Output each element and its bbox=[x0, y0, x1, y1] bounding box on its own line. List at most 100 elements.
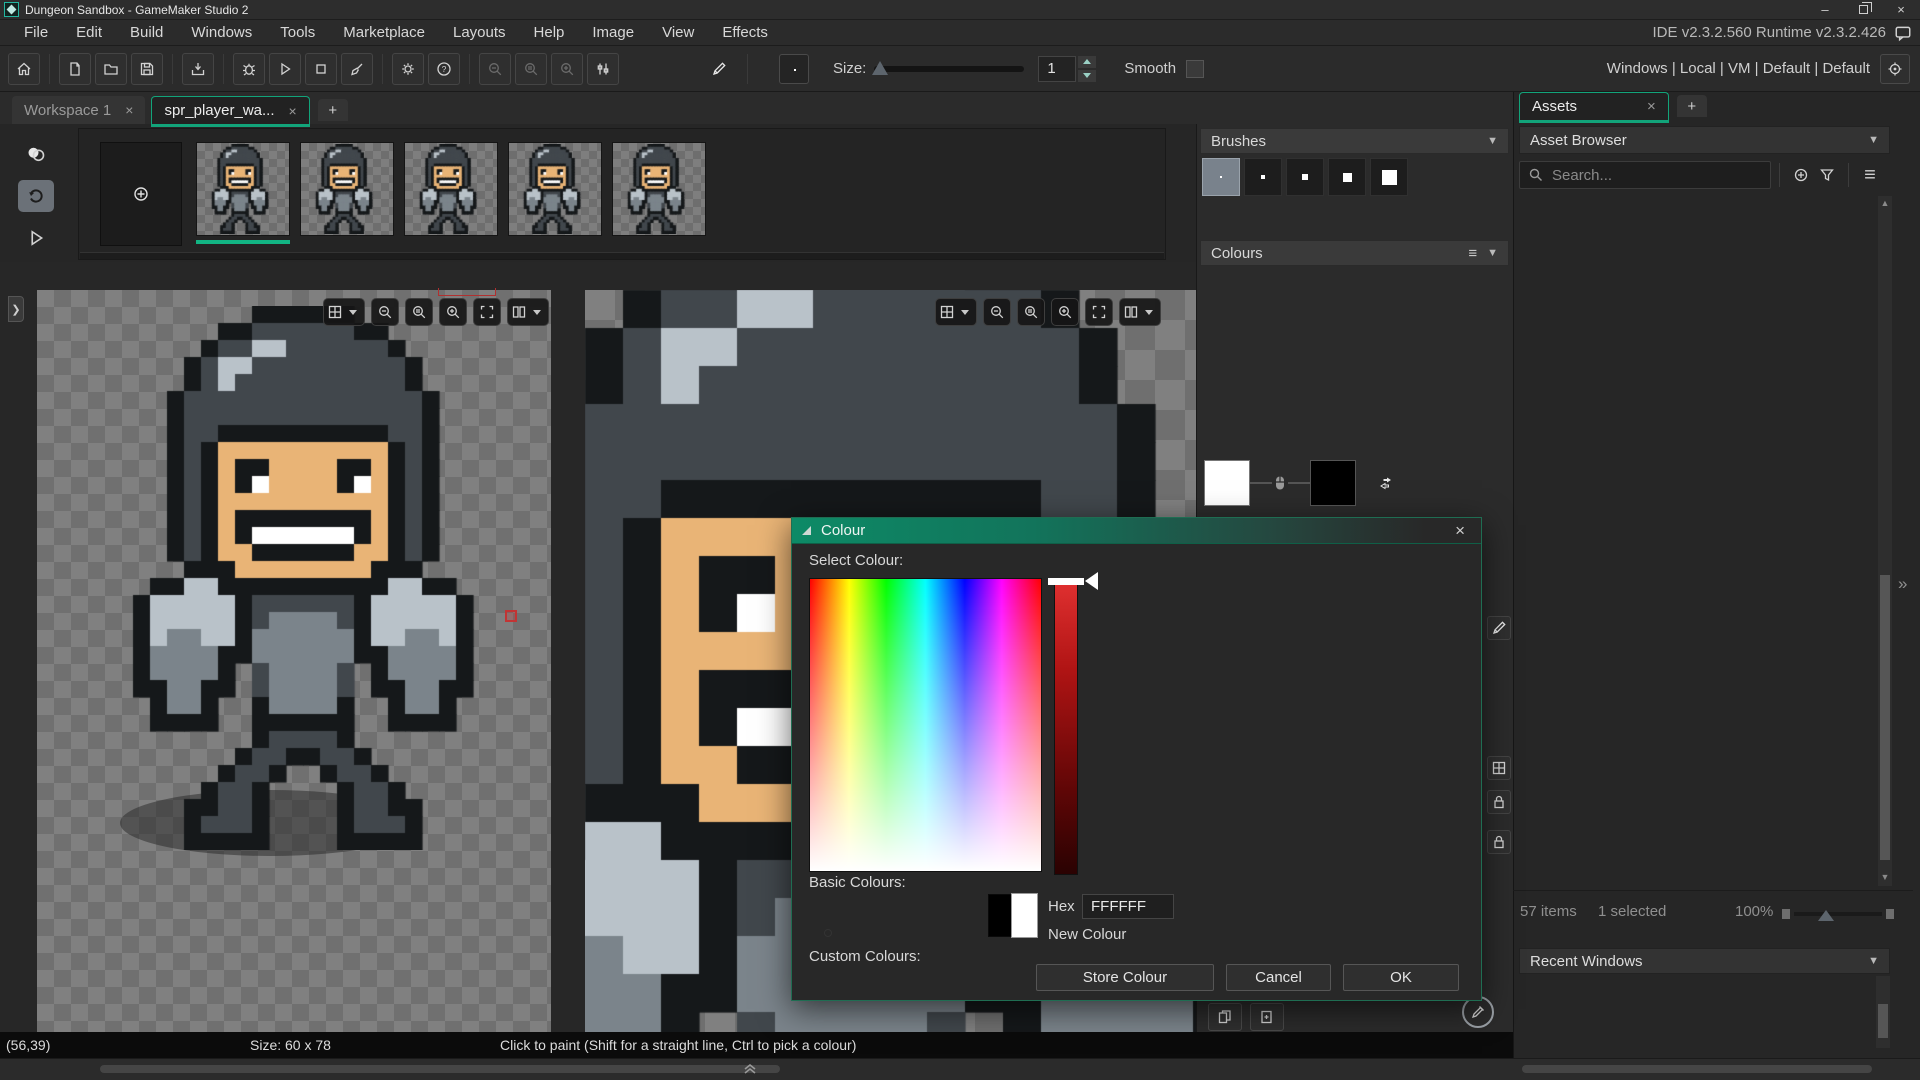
new-tab-button[interactable]: + bbox=[317, 99, 348, 121]
grid-toggle-button[interactable] bbox=[323, 298, 365, 326]
brush-square-6[interactable] bbox=[1286, 158, 1324, 196]
recent-windows-header[interactable]: Recent Windows ▼ bbox=[1519, 948, 1890, 974]
duplicate-icon[interactable] bbox=[1250, 1003, 1284, 1031]
zoom-out-button[interactable] bbox=[479, 52, 511, 85]
expand-dock-icon[interactable]: » bbox=[1898, 574, 1907, 594]
grid-icon[interactable] bbox=[1487, 756, 1511, 780]
target-config-text[interactable]: Windows | Local | VM | Default | Default bbox=[1607, 60, 1870, 77]
close-button[interactable]: × bbox=[1882, 0, 1920, 19]
run-button[interactable] bbox=[269, 52, 301, 85]
menu-help[interactable]: Help bbox=[520, 22, 579, 43]
foreground-colour[interactable] bbox=[1204, 460, 1250, 506]
target-icon[interactable] bbox=[1880, 53, 1910, 84]
menu-build[interactable]: Build bbox=[116, 22, 177, 43]
new-project-button[interactable] bbox=[59, 52, 91, 85]
collapse-icon[interactable] bbox=[802, 526, 811, 535]
zoom-reset-canvas-button[interactable] bbox=[1017, 298, 1045, 326]
colours-panel-header[interactable]: Colours ≡ ▼ bbox=[1200, 240, 1509, 266]
close-icon[interactable]: × bbox=[1449, 521, 1471, 541]
minimize-button[interactable]: – bbox=[1806, 0, 1844, 19]
brush-size-value[interactable]: 1 bbox=[1038, 55, 1077, 82]
brushes-panel-header[interactable]: Brushes ▼ bbox=[1200, 128, 1509, 154]
zoom-in-canvas-button[interactable] bbox=[439, 298, 467, 326]
menu-icon[interactable]: ≡ bbox=[1468, 245, 1477, 262]
cancel-button[interactable]: Cancel bbox=[1226, 964, 1331, 991]
chevron-down-icon[interactable]: ▼ bbox=[1868, 134, 1879, 146]
menu-marketplace[interactable]: Marketplace bbox=[329, 22, 439, 43]
menu-icon[interactable]: ≡ bbox=[1857, 162, 1883, 188]
menu-layouts[interactable]: Layouts bbox=[439, 22, 520, 43]
frame-thumbnail-4[interactable] bbox=[612, 142, 706, 236]
add-frame-button[interactable] bbox=[100, 142, 182, 246]
filter-icon[interactable] bbox=[1814, 162, 1840, 188]
stop-button[interactable] bbox=[305, 52, 337, 85]
scroll-down-icon[interactable]: ▼ bbox=[1878, 872, 1892, 882]
menu-edit[interactable]: Edit bbox=[62, 22, 116, 43]
tree-scrollbar-thumb[interactable] bbox=[1880, 575, 1890, 860]
open-project-button[interactable] bbox=[95, 52, 127, 85]
menu-view[interactable]: View bbox=[648, 22, 708, 43]
brush-square-9[interactable] bbox=[1328, 158, 1366, 196]
save-project-button[interactable] bbox=[131, 52, 163, 85]
frame-thumbnail-3[interactable] bbox=[508, 142, 602, 236]
fit-canvas-button[interactable] bbox=[1085, 298, 1113, 326]
background-colour[interactable] bbox=[1310, 460, 1356, 506]
hsv-colour-field[interactable] bbox=[809, 578, 1042, 937]
panel-expander-icon[interactable]: ❯ bbox=[8, 296, 24, 322]
tab-workspace-1[interactable]: Workspace 1 × bbox=[12, 96, 146, 124]
swap-colours-icon[interactable] bbox=[1378, 475, 1394, 491]
tab-assets[interactable]: Assets × bbox=[1519, 92, 1669, 120]
value-slider-vertical[interactable] bbox=[1054, 581, 1078, 875]
scroll-up-icon[interactable]: ▲ bbox=[1878, 198, 1892, 208]
lock-icon[interactable] bbox=[1487, 790, 1511, 814]
split-view-button[interactable] bbox=[1119, 298, 1161, 326]
zoom-reset-button[interactable] bbox=[515, 52, 547, 85]
sprite-canvas[interactable] bbox=[116, 306, 524, 850]
frame-scrollbar[interactable] bbox=[80, 252, 1164, 259]
pencil-icon[interactable] bbox=[1487, 616, 1511, 640]
export-button[interactable] bbox=[182, 52, 214, 85]
hex-input[interactable]: FFFFFF bbox=[1082, 894, 1174, 919]
horizontal-scrollbar[interactable] bbox=[1522, 1065, 1872, 1073]
split-view-button[interactable] bbox=[507, 298, 549, 326]
brush-preview[interactable] bbox=[779, 53, 809, 84]
brush-size-slider[interactable] bbox=[872, 60, 1025, 75]
ok-button[interactable]: OK bbox=[1343, 964, 1459, 991]
tab-close-icon[interactable]: × bbox=[289, 103, 297, 119]
menu-tools[interactable]: Tools bbox=[266, 22, 329, 43]
add-asset-button[interactable] bbox=[1788, 162, 1814, 188]
zoom-out-canvas-button[interactable] bbox=[983, 298, 1011, 326]
lock-icon[interactable] bbox=[1487, 830, 1511, 854]
debug-button[interactable] bbox=[233, 52, 265, 85]
menu-windows[interactable]: Windows bbox=[177, 22, 266, 43]
feedback-bubble-icon[interactable] bbox=[1894, 24, 1912, 42]
settings-button[interactable] bbox=[392, 52, 424, 85]
pencil-tool-icon[interactable] bbox=[711, 61, 727, 77]
layers-icon[interactable] bbox=[1208, 1003, 1242, 1031]
chevron-down-icon[interactable]: ▼ bbox=[1487, 247, 1498, 259]
zoom-in-button[interactable] bbox=[551, 52, 583, 85]
home-button[interactable] bbox=[8, 52, 40, 85]
restore-button[interactable] bbox=[1844, 0, 1882, 19]
tab-close-icon[interactable]: × bbox=[1647, 98, 1656, 115]
chevron-down-icon[interactable]: ▼ bbox=[1868, 955, 1879, 967]
fit-canvas-button[interactable] bbox=[473, 298, 501, 326]
brush-square-4[interactable] bbox=[1244, 158, 1282, 196]
value-slider-handle[interactable] bbox=[1048, 578, 1084, 585]
zoom-reset-canvas-button[interactable] bbox=[405, 298, 433, 326]
search-input[interactable]: Search... bbox=[1519, 161, 1771, 189]
brush-square-2[interactable] bbox=[1202, 158, 1240, 196]
onion-skin-icon[interactable] bbox=[18, 138, 54, 170]
horizontal-scrollbar[interactable] bbox=[100, 1065, 780, 1073]
menu-image[interactable]: Image bbox=[578, 22, 648, 43]
tree-zoom-slider[interactable] bbox=[1782, 909, 1894, 921]
grid-toggle-button[interactable] bbox=[935, 298, 977, 326]
recent-scrollbar-thumb[interactable] bbox=[1878, 1004, 1888, 1038]
play-animation-icon[interactable] bbox=[18, 222, 54, 254]
help-button[interactable]: ? bbox=[428, 52, 460, 85]
store-colour-button[interactable]: Store Colour bbox=[1036, 964, 1214, 991]
frame-thumbnail-2[interactable] bbox=[404, 142, 498, 236]
menu-effects[interactable]: Effects bbox=[708, 22, 782, 43]
tab-sprite-editor[interactable]: spr_player_wa... × bbox=[151, 96, 310, 124]
clean-button[interactable] bbox=[341, 52, 373, 85]
